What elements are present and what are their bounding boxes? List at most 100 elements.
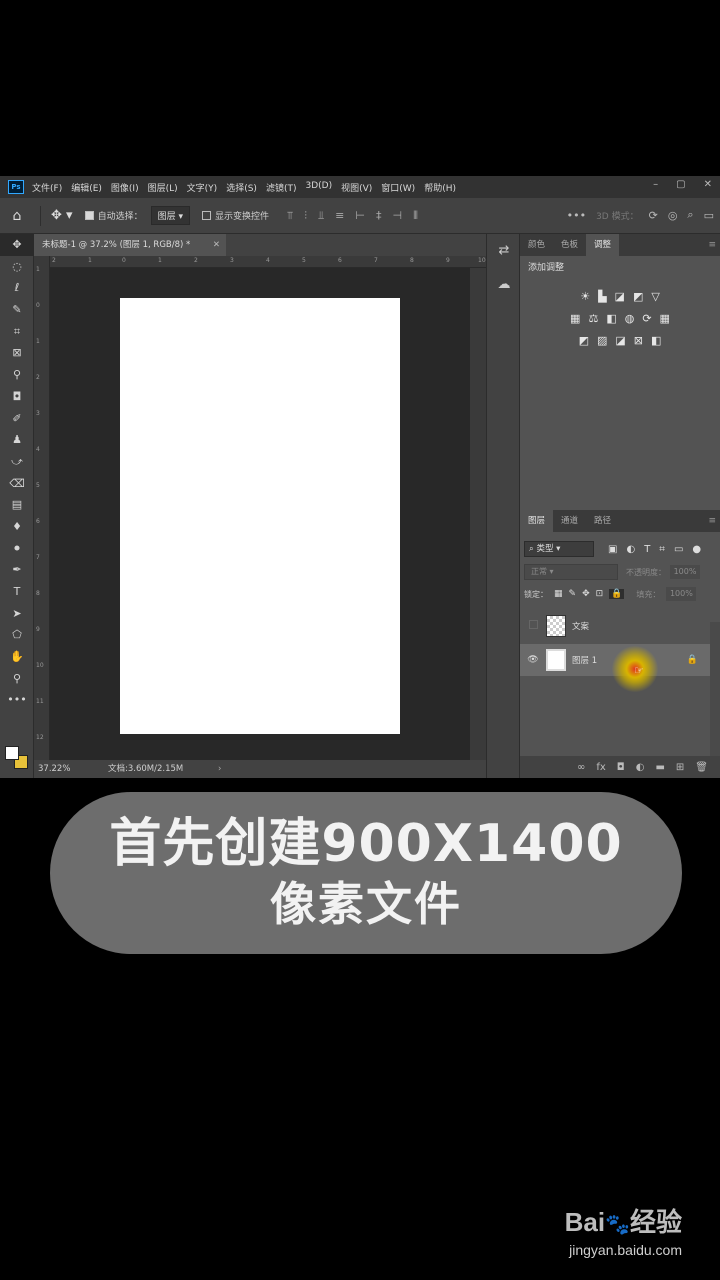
gradient-tool-icon[interactable]: ▤ [0,494,34,516]
frame-tool-icon[interactable]: ⊠ [0,342,34,364]
foreground-color-swatch[interactable] [5,746,19,760]
blend-mode-dropdown[interactable]: 正常 ▾ [524,564,618,580]
menu-filter[interactable]: 滤镜(T) [266,181,297,194]
close-icon[interactable]: ✕ [213,234,220,256]
brightness-contrast-icon[interactable]: ☀ [580,290,590,303]
quick-select-tool-icon[interactable]: ✎ [0,299,34,321]
pen-tool-icon[interactable]: ✒ [0,559,34,581]
dodge-tool-icon[interactable]: ⚫ [0,538,34,560]
align-right-icon[interactable]: ⊣ [392,209,402,223]
layer-row-layer1[interactable]: 👁 图层 1 ☞ 🔒 [520,644,710,692]
lock-image-pixels-icon[interactable]: ✎ [569,589,577,599]
history-panel-icon[interactable]: ⇄ [487,234,521,268]
menu-edit[interactable]: 编辑(E) [71,181,102,194]
lock-position-icon[interactable]: ✥ [582,589,590,599]
opacity-input[interactable]: 100% [670,565,700,579]
lock-transparent-pixels-icon[interactable]: ▦ [554,589,563,599]
zoom-level[interactable]: 37.22% [38,760,70,778]
lasso-tool-icon[interactable]: ℓ [0,277,34,299]
brush-tool-icon[interactable]: ✐ [0,408,34,430]
photo-filter-icon[interactable]: ◍ [625,312,635,325]
vibrance-icon[interactable]: ▽ [651,290,659,303]
new-group-icon[interactable]: ▬ [655,762,664,773]
vertical-ruler[interactable]: 1 0 1 2 3 4 5 6 7 8 9 10 11 12 [34,256,50,760]
path-selection-tool-icon[interactable]: ➤ [0,603,34,625]
layer-mask-icon[interactable]: ◘ [617,762,625,773]
black-white-icon[interactable]: ◧ [606,312,616,325]
layer-filter-kind-dropdown[interactable]: ⌕ 类型 ▾ [524,541,594,557]
type-filter-icon[interactable]: T [644,544,650,555]
distribute-icon[interactable]: ≡ [335,209,344,223]
edit-toolbar-icon[interactable]: ••• [0,689,34,711]
3d-roll-icon[interactable]: ◎ [668,209,678,222]
color-swatches[interactable] [5,746,31,772]
gradient-map-icon[interactable]: ◧ [651,334,661,347]
menu-view[interactable]: 视图(V) [341,181,372,194]
tab-color[interactable]: 颜色 [520,234,553,256]
pasteboard[interactable] [50,268,470,760]
smart-object-filter-icon[interactable]: ▭ [674,544,683,555]
horizontal-ruler[interactable]: 2 1 0 1 2 3 4 5 6 7 8 9 10 [50,256,486,268]
blur-tool-icon[interactable]: ♦ [0,516,34,538]
crop-tool-icon[interactable]: ⌗ [0,321,34,343]
adjustment-filter-icon[interactable]: ◐ [626,544,635,555]
pixel-filter-icon[interactable]: ▣ [608,544,617,555]
show-transform-controls-checkbox[interactable] [201,211,211,220]
panel-menu-icon[interactable]: ≡ [708,510,716,532]
layer-row-text[interactable]: 文案 [520,610,710,642]
eye-icon[interactable]: 👁 [520,655,546,665]
layer-style-icon[interactable]: fx [596,762,605,773]
align-hcenter-icon[interactable]: ‡ [376,209,382,223]
levels-icon[interactable]: ▙ [598,290,606,303]
selective-color-icon[interactable]: ⊠ [634,334,643,347]
menu-type[interactable]: 文字(Y) [187,181,218,194]
invert-icon[interactable]: ◩ [579,334,589,347]
marquee-tool-icon[interactable]: ◌ [0,256,34,278]
workspace-icon[interactable]: ▭ [704,209,714,222]
home-icon[interactable]: ⌂ [0,208,34,224]
tab-channels[interactable]: 通道 [553,510,586,532]
layers-scrollbar[interactable] [710,622,720,762]
move-tool-preset-icon[interactable]: ✥ ▾ [51,208,73,223]
layer-name[interactable]: 图层 1 [572,654,597,666]
tab-paths[interactable]: 路径 [586,510,619,532]
curves-icon[interactable]: ◪ [615,290,625,303]
shape-tool-icon[interactable]: ⬠ [0,624,34,646]
menu-3d[interactable]: 3D(D) [305,181,332,194]
align-top-icon[interactable]: ⫪ [287,209,293,223]
new-layer-icon[interactable]: ⊞ [676,762,684,773]
align-left-icon[interactable]: ⊢ [355,209,365,223]
layer-name[interactable]: 文案 [572,620,589,632]
canvas-vertical-scrollbar[interactable] [470,268,486,760]
document-tab[interactable]: 未标题-1 @ 37.2% (图层 1, RGB/8) * ✕ [34,234,226,256]
more-options-icon[interactable]: ••• [567,209,586,222]
tab-layers[interactable]: 图层 [520,510,554,532]
threshold-icon[interactable]: ◪ [615,334,625,347]
eyedropper-tool-icon[interactable]: ⚲ [0,364,34,386]
distribute-horizontal-icon[interactable]: ⦀ [413,209,418,223]
align-bottom-icon[interactable]: ⫫ [318,209,324,223]
tab-swatches[interactable]: 色板 [553,234,586,256]
lock-icon[interactable]: 🔒 [687,655,698,665]
align-vcenter-icon[interactable]: ⫶ [304,209,307,223]
maximize-icon[interactable]: ▢ [676,179,685,190]
tab-adjustments[interactable]: 调整 [586,234,620,256]
search-icon[interactable]: ⌕ [687,208,693,222]
menu-image[interactable]: 图像(I) [111,181,139,194]
move-tool-icon[interactable]: ✥ [0,234,34,256]
menu-help[interactable]: 帮助(H) [424,181,456,194]
minimize-icon[interactable]: – [653,179,658,190]
history-brush-tool-icon[interactable]: ⤻ [0,451,34,473]
libraries-panel-icon[interactable]: ☁ [487,268,521,302]
zoom-tool-icon[interactable]: ⚲ [0,668,34,690]
3d-orbit-icon[interactable]: ⟳ [649,209,658,222]
exposure-icon[interactable]: ◩ [633,290,643,303]
type-tool-icon[interactable]: T [0,581,34,603]
chevron-right-icon[interactable]: › [218,760,221,778]
auto-select-target-dropdown[interactable]: 图层 ▾ [150,206,190,225]
delete-layer-icon[interactable]: 🗑 [695,762,708,773]
lock-all-icon[interactable]: 🔒 [609,589,625,599]
posterize-icon[interactable]: ▨ [597,334,607,347]
color-lookup-icon[interactable]: ▦ [660,312,670,325]
menu-window[interactable]: 窗口(W) [381,181,415,194]
